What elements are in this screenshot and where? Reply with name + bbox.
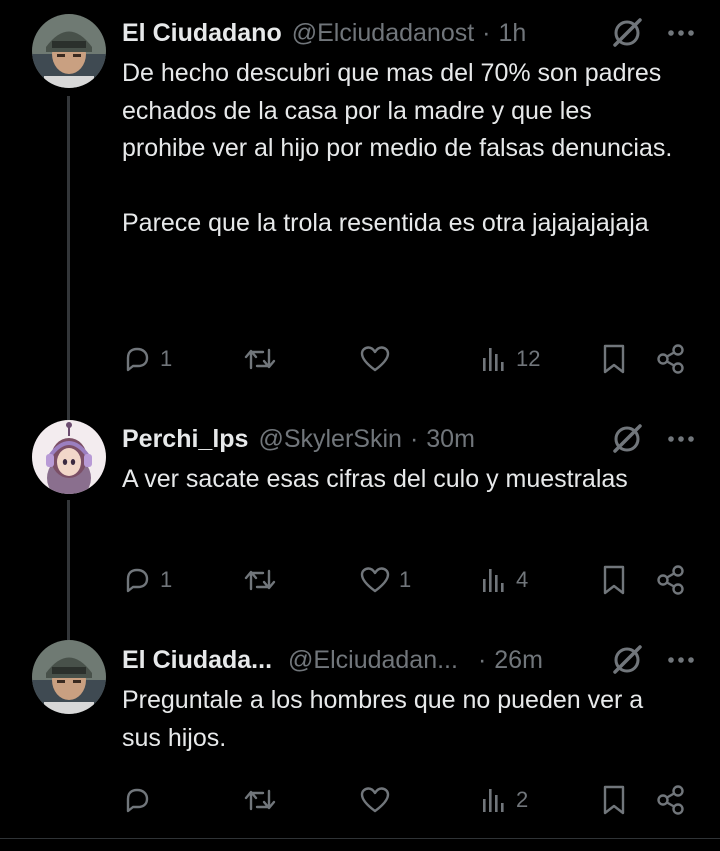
avatar[interactable] xyxy=(32,640,106,714)
user-handle[interactable]: @Elciudadanost xyxy=(292,19,474,48)
like-button[interactable]: 1 xyxy=(359,560,411,600)
views-button[interactable]: 2 xyxy=(480,780,528,820)
reply-icon xyxy=(126,347,149,372)
bookmark-button[interactable] xyxy=(600,560,628,600)
timestamp[interactable]: 26m xyxy=(494,646,543,675)
more-options-icon[interactable] xyxy=(666,18,696,48)
heart-icon xyxy=(360,787,390,813)
tweet-header: Perchi_lps @SkylerSkin · 30m xyxy=(122,422,696,456)
timestamp[interactable]: 30m xyxy=(426,425,475,454)
view-count: 4 xyxy=(516,567,529,592)
display-name[interactable]: El Ciudadano xyxy=(122,19,282,48)
like-button[interactable] xyxy=(359,780,391,820)
reply-icon xyxy=(126,568,149,593)
repost-icon xyxy=(244,569,276,591)
repost-icon xyxy=(244,348,276,370)
display-name[interactable]: Perchi_lps xyxy=(122,425,248,454)
divider xyxy=(0,838,720,839)
reply-button[interactable] xyxy=(122,780,152,820)
reply-button[interactable]: 1 xyxy=(122,339,172,379)
repost-button[interactable] xyxy=(243,560,277,600)
share-icon xyxy=(657,565,684,595)
tweet[interactable]: El Ciudadano @Elciudadanost · 1h De hech… xyxy=(0,0,720,400)
more-options-icon[interactable] xyxy=(666,645,696,675)
user-handle[interactable]: @Elciudadan... xyxy=(288,646,458,675)
display-name[interactable]: El Ciudada... xyxy=(122,646,272,675)
bookmark-icon xyxy=(603,565,625,595)
cartoon-girl-headphones-avatar-icon xyxy=(32,420,106,494)
view-count: 2 xyxy=(516,787,529,812)
tweet-text: Preguntale a los hombres que no pueden v… xyxy=(122,686,651,752)
reply-count: 1 xyxy=(160,567,173,592)
view-count: 12 xyxy=(516,346,541,371)
analytics-icon xyxy=(483,569,504,592)
reply-button[interactable]: 1 xyxy=(122,560,172,600)
views-button[interactable]: 12 xyxy=(480,339,540,379)
bookmark-icon xyxy=(603,344,625,374)
heart-icon xyxy=(360,567,390,593)
tweet-text: De hecho descubri que mas del 70% son pa… xyxy=(122,59,673,237)
analytics-icon xyxy=(483,789,504,812)
soldier-helmet-avatar-icon xyxy=(32,640,106,714)
avatar[interactable] xyxy=(32,14,106,88)
heart-icon xyxy=(360,346,390,372)
timestamp[interactable]: 1h xyxy=(499,19,527,48)
grok-icon[interactable] xyxy=(610,643,644,677)
tweet-header: El Ciudada... @Elciudadan... · 26m xyxy=(122,643,696,677)
bookmark-icon xyxy=(603,785,625,815)
grok-icon[interactable] xyxy=(610,16,644,50)
soldier-helmet-avatar-icon xyxy=(32,14,106,88)
share-button[interactable] xyxy=(654,780,688,820)
more-options-icon[interactable] xyxy=(666,424,696,454)
reply-count: 1 xyxy=(160,346,173,371)
separator-dot: · xyxy=(477,645,487,674)
share-icon xyxy=(657,344,684,374)
bookmark-button[interactable] xyxy=(600,780,628,820)
reply-icon xyxy=(126,788,149,813)
tweet-text: A ver sacate esas cifras del culo y mues… xyxy=(122,465,628,493)
tweet-actions: 1 12 xyxy=(0,339,720,379)
like-count: 1 xyxy=(399,567,412,592)
user-handle[interactable]: @SkylerSkin xyxy=(258,425,401,454)
share-button[interactable] xyxy=(654,560,688,600)
tweet-header: El Ciudadano @Elciudadanost · 1h xyxy=(122,16,696,50)
analytics-icon xyxy=(483,348,504,371)
avatar[interactable] xyxy=(32,420,106,494)
repost-button[interactable] xyxy=(243,339,277,379)
separator-dot: · xyxy=(482,18,491,47)
like-button[interactable] xyxy=(359,339,391,379)
repost-icon xyxy=(244,789,276,811)
tweet-actions: 2 xyxy=(0,780,720,820)
share-icon xyxy=(657,785,684,815)
separator-dot: · xyxy=(409,424,419,453)
tweet[interactable]: El Ciudada... @Elciudadan... · 26m Pregu… xyxy=(0,640,720,840)
tweet[interactable]: Perchi_lps @SkylerSkin · 30m A ver sacat… xyxy=(0,420,720,620)
bookmark-button[interactable] xyxy=(600,339,628,379)
share-button[interactable] xyxy=(654,339,688,379)
repost-button[interactable] xyxy=(243,780,277,820)
tweet-actions: 1 1 4 xyxy=(0,560,720,600)
grok-icon[interactable] xyxy=(610,422,644,456)
views-button[interactable]: 4 xyxy=(480,560,528,600)
